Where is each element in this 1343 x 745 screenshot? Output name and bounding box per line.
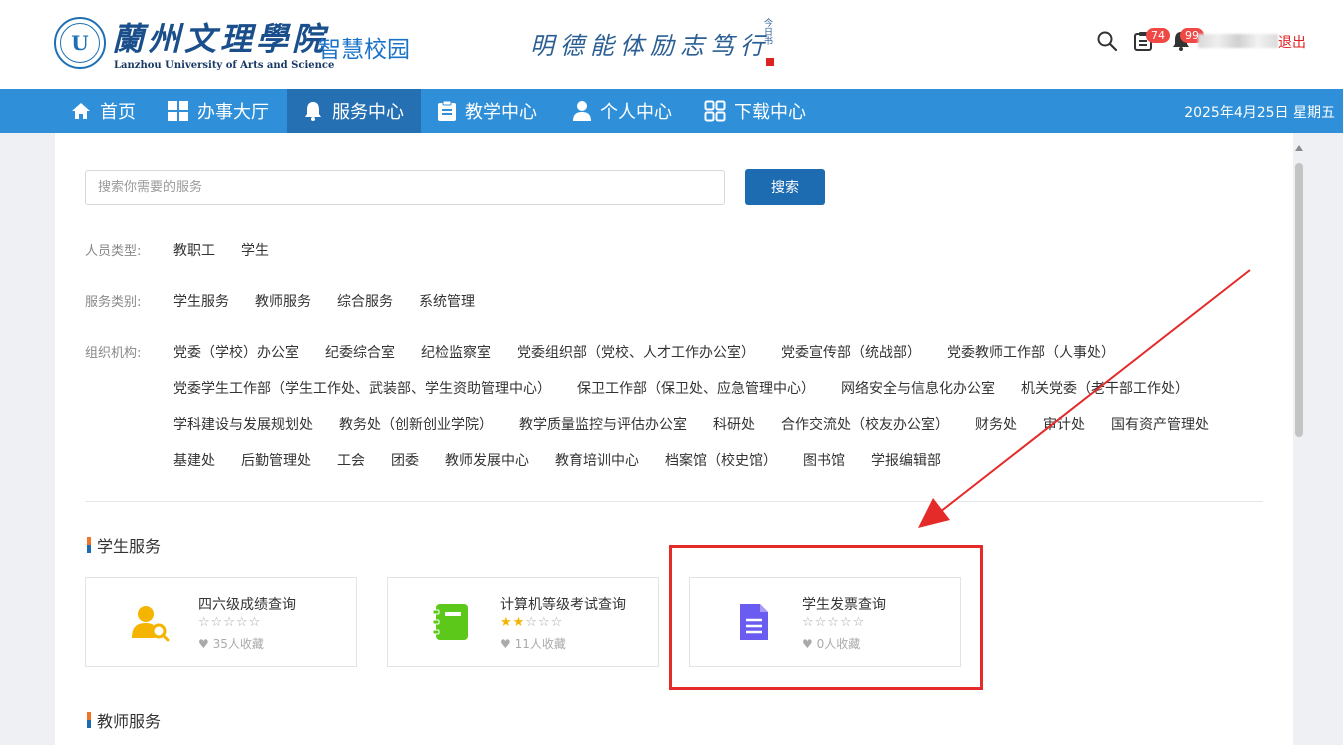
annotation-arrow-icon [918, 269, 1251, 528]
